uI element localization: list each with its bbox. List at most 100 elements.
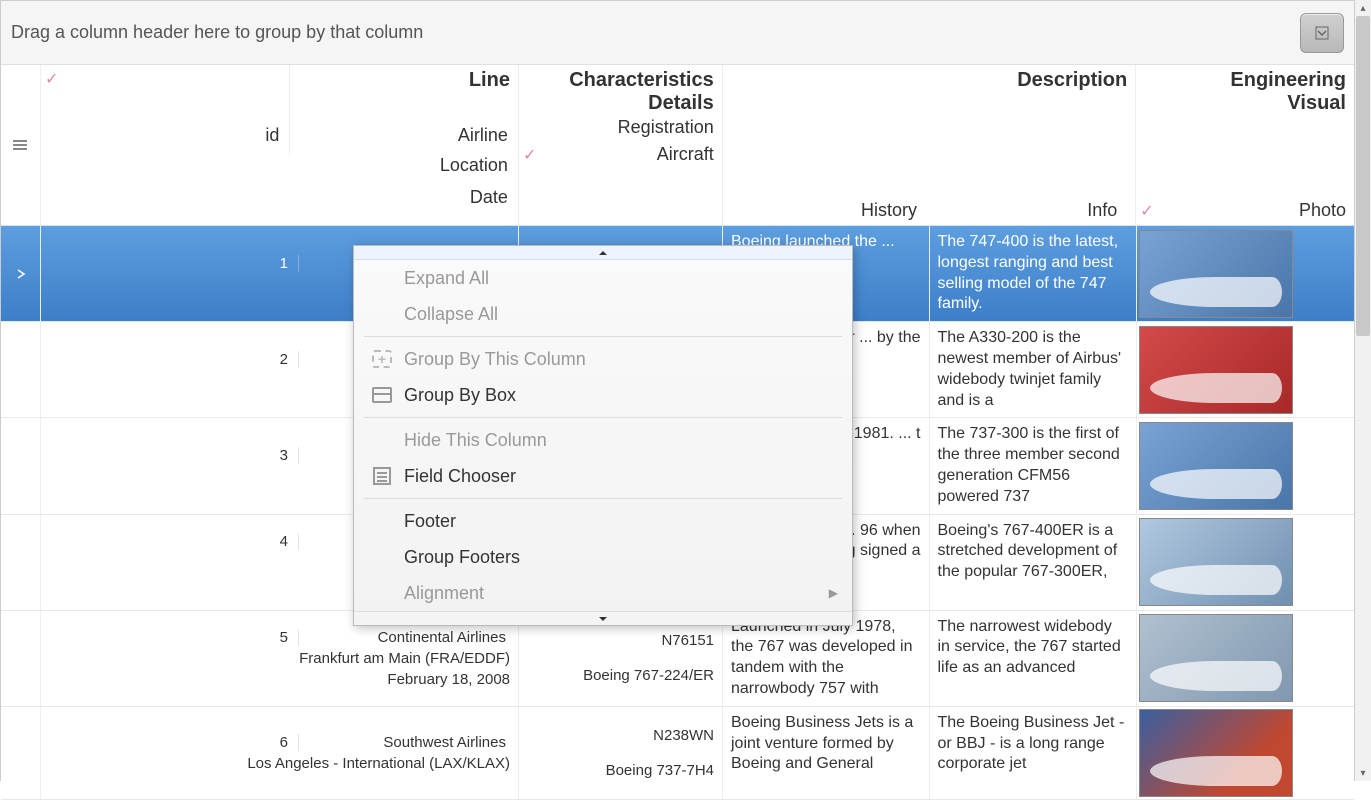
column-header-engineering-band[interactable]: Engineering Visual ✓ Photo — [1136, 65, 1354, 225]
column-header-photo[interactable]: Photo — [1299, 200, 1346, 221]
cell-location: Los Angeles - International (LAX/KLAX) — [49, 755, 510, 772]
pin-icon: ✓ — [45, 69, 281, 91]
column-header-id-sub[interactable]: id — [41, 125, 290, 155]
menu-item-footer[interactable]: Footer — [354, 503, 852, 539]
cell-id: 4 — [49, 533, 299, 550]
menu-separator — [364, 498, 842, 499]
cell-id: 5 — [49, 629, 299, 646]
header-label-characteristics: Characteristics — [523, 69, 714, 92]
menu-item-alignment[interactable]: Alignment ▶ — [354, 575, 852, 611]
menu-item-expand-all[interactable]: Expand All — [354, 260, 852, 296]
menu-item-group-by-this-column[interactable]: + Group By This Column — [354, 341, 852, 377]
group-dropdown-button[interactable] — [1300, 13, 1344, 53]
row-expander[interactable] — [1, 515, 41, 610]
row-expander[interactable] — [1, 226, 41, 321]
group-box-icon — [368, 384, 396, 406]
column-header-registration[interactable]: Registration — [523, 117, 714, 138]
menu-item-group-footers[interactable]: Group Footers — [354, 539, 852, 575]
photo-thumbnail — [1139, 614, 1293, 702]
cell-airline: Southwest Airlines — [299, 734, 510, 751]
column-header-line-band[interactable]: Line — [290, 65, 518, 125]
cell-photo — [1137, 322, 1295, 417]
chevron-right-icon: ▶ — [829, 586, 838, 600]
cell-history: Boeing Business Jets is a joint venture … — [723, 707, 930, 799]
cell-photo — [1137, 707, 1295, 799]
cell-info: The 747-400 is the latest, longest rangi… — [930, 226, 1137, 321]
menu-scroll-down-button[interactable] — [354, 611, 852, 625]
vertical-scrollbar[interactable]: ▴ ▾ — [1355, 0, 1371, 781]
chevron-up-icon — [598, 250, 608, 256]
blank-icon — [368, 510, 396, 532]
column-header-characteristics-band[interactable]: Characteristics Details Registration ✓ A… — [519, 65, 723, 225]
menu-separator — [364, 336, 842, 337]
pin-icon: ✓ — [523, 145, 536, 165]
chevron-right-icon — [16, 269, 26, 279]
blank-icon — [368, 582, 396, 604]
pin-icon: ✓ — [1140, 201, 1153, 221]
menu-item-collapse-all[interactable]: Collapse All — [354, 296, 852, 332]
cell-info: Boeing's 767-400ER is a stretched develo… — [930, 515, 1137, 610]
menu-item-label: Group Footers — [404, 547, 520, 568]
menu-separator — [364, 417, 842, 418]
scroll-down-button[interactable]: ▾ — [1355, 765, 1371, 781]
photo-thumbnail — [1139, 518, 1293, 606]
grid-panel: Drag a column header here to group by th… — [0, 0, 1355, 781]
column-header-date[interactable]: Date — [41, 187, 518, 219]
menu-item-hide-this-column[interactable]: Hide This Column — [354, 422, 852, 458]
cell-location: Frankfurt am Main (FRA/EDDF) — [49, 650, 510, 667]
header-label-details: Details — [523, 92, 714, 115]
cell-aircraft: Boeing 737-7H4 — [527, 762, 714, 779]
blank-icon — [368, 267, 396, 289]
column-header-description-band[interactable]: Description History Info — [723, 65, 1137, 225]
column-header-id[interactable]: ✓ — [41, 65, 290, 125]
header-label-engineering: Engineering — [1140, 69, 1346, 92]
cell-id: 2 — [49, 351, 299, 368]
cell-description: Boeing Business Jets is a joint venture … — [723, 707, 1137, 799]
menu-scroll-up-button[interactable] — [354, 246, 852, 260]
scroll-up-button[interactable]: ▴ — [1355, 0, 1371, 16]
menu-item-group-by-box[interactable]: Group By Box — [354, 377, 852, 413]
cell-photo — [1137, 418, 1295, 513]
chevron-down-icon — [598, 616, 608, 622]
header-label-line: Line — [294, 69, 510, 92]
menu-item-label: Group By This Column — [404, 349, 586, 370]
menu-item-label: Field Chooser — [404, 466, 516, 487]
scrollbar-thumb[interactable] — [1356, 16, 1370, 336]
menu-item-label: Alignment — [404, 583, 484, 604]
menu-item-label: Footer — [404, 511, 456, 532]
column-header-location[interactable]: Location — [41, 155, 518, 187]
blank-icon — [368, 429, 396, 451]
row-expander[interactable] — [1, 611, 41, 706]
cell-photo — [1137, 611, 1295, 706]
row-expander[interactable] — [1, 322, 41, 417]
column-header-airline[interactable]: Airline — [290, 125, 518, 155]
cell-info: The 737-300 is the first of the three me… — [930, 418, 1137, 513]
field-chooser-icon — [368, 465, 396, 487]
table-row[interactable]: 6 Southwest Airlines Los Angeles - Inter… — [1, 707, 1354, 800]
group-by-panel[interactable]: Drag a column header here to group by th… — [1, 1, 1354, 65]
cell-line: 6 Southwest Airlines Los Angeles - Inter… — [41, 707, 519, 799]
menu-item-label: Collapse All — [404, 304, 498, 325]
photo-thumbnail — [1139, 230, 1293, 318]
cell-info: The A330-200 is the newest member of Air… — [930, 322, 1137, 417]
photo-thumbnail — [1139, 422, 1293, 510]
column-header-info[interactable]: Info — [927, 200, 1127, 221]
cell-photo — [1137, 515, 1295, 610]
column-header-history[interactable]: History — [727, 200, 927, 221]
column-header-band: ✓ Line id Airline Location Date Characte… — [1, 65, 1354, 226]
menu-item-field-chooser[interactable]: Field Chooser — [354, 458, 852, 494]
row-expander[interactable] — [1, 418, 41, 513]
menu-item-label: Group By Box — [404, 385, 516, 406]
cell-photo — [1137, 226, 1295, 321]
cell-airline: Continental Airlines — [299, 629, 510, 646]
cell-date: February 18, 2008 — [49, 671, 510, 688]
column-header-aircraft[interactable]: Aircraft — [657, 144, 714, 165]
hamburger-icon — [13, 140, 27, 150]
column-context-menu: Expand All Collapse All + Group By This … — [353, 245, 853, 626]
photo-thumbnail — [1139, 709, 1293, 797]
cell-id: 3 — [49, 447, 299, 464]
row-expander[interactable] — [1, 707, 41, 799]
group-column-icon: + — [368, 348, 396, 370]
menu-item-label: Expand All — [404, 268, 489, 289]
cell-id: 1 — [49, 255, 299, 272]
